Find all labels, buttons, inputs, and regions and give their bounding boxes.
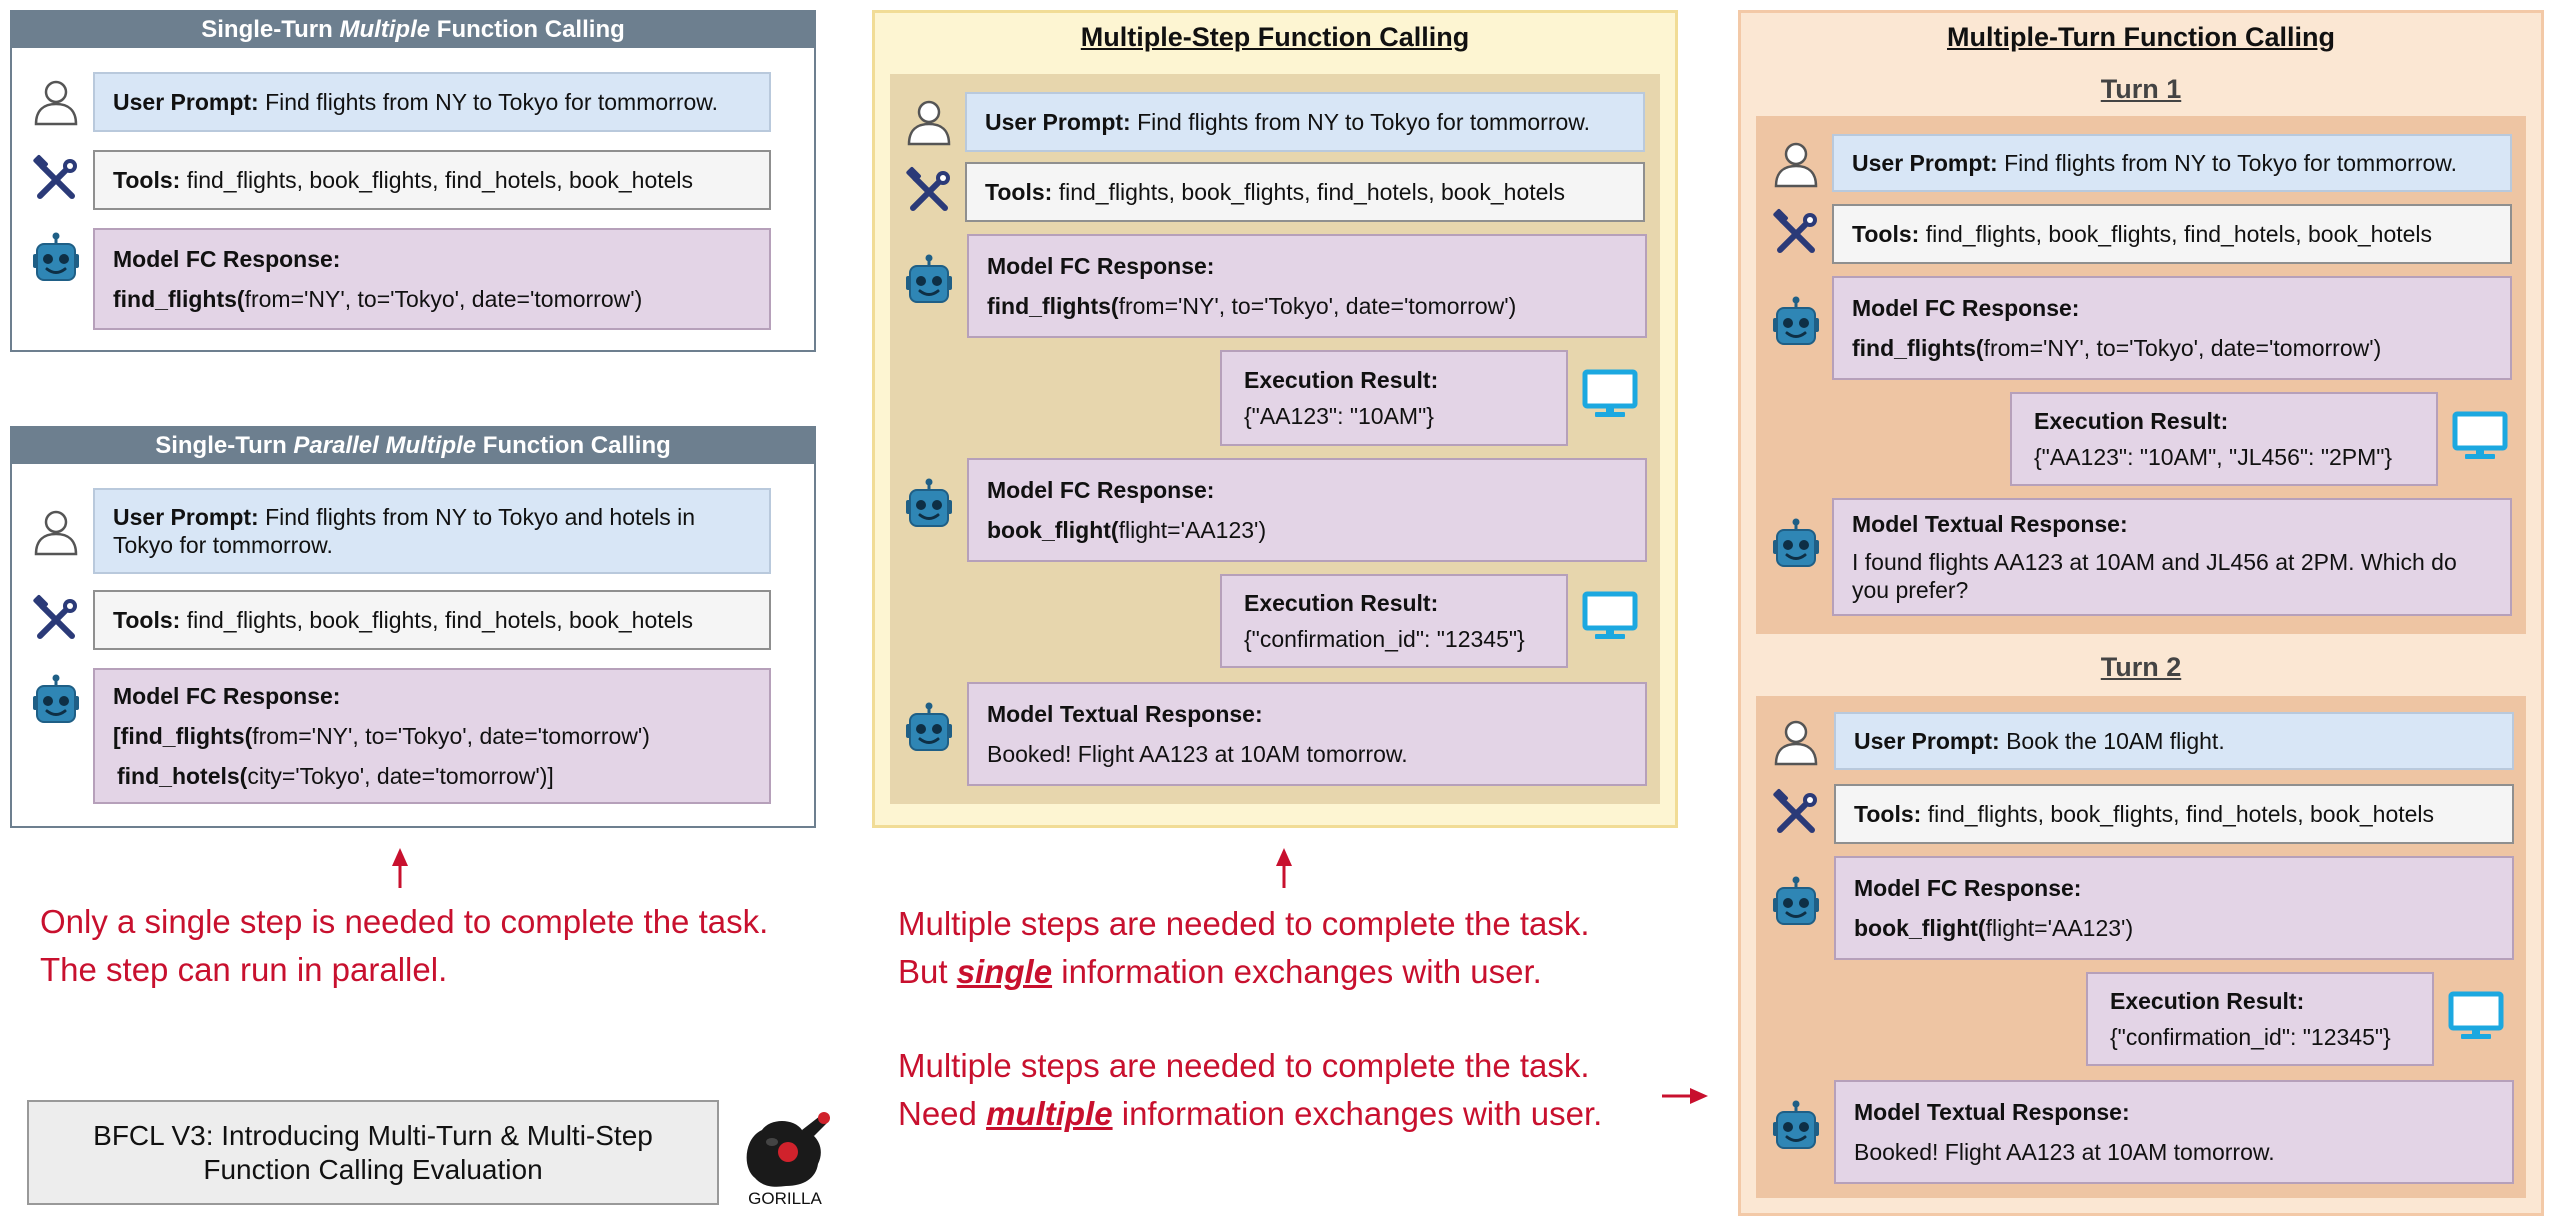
tools-box: Tools: find_flights, book_flights, find_… <box>1832 204 2512 264</box>
user-icon <box>1770 138 1822 190</box>
user-icon <box>1770 716 1822 768</box>
model-fc-response-box: Model FC Response: find_flights(from='NY… <box>93 228 771 330</box>
bfcl-title-box: BFCL V3: Introducing Multi-Turn & Multi-… <box>27 1100 719 1205</box>
note-multiple-steps-single-exchange: Multiple steps are needed to complete th… <box>898 905 1590 990</box>
panel-title: Multiple-Turn Function Calling <box>1947 22 2335 52</box>
robot-icon <box>903 702 955 754</box>
monitor-icon <box>1582 368 1638 420</box>
model-textual-response-box: Model Textual Response: Booked! Flight A… <box>1834 1080 2514 1184</box>
panel-title: Multiple-Step Function Calling <box>1080 22 1470 52</box>
robot-icon <box>30 674 82 726</box>
model-fc-response-box: Model FC Response: find_flights(from='NY… <box>1832 276 2512 380</box>
robot-icon <box>903 254 955 306</box>
user-prompt-box: User Prompt: Find flights from NY to Tok… <box>93 488 771 574</box>
model-fc-response-box: Model FC Response: book_flight(flight='A… <box>967 458 1647 562</box>
model-textual-response-box: Model Textual Response: I found flights … <box>1832 498 2512 616</box>
tools-icon <box>903 166 955 218</box>
tools-icon <box>1770 208 1822 260</box>
robot-icon <box>1770 296 1822 348</box>
user-prompt-box: User Prompt: Book the 10AM flight. <box>1834 712 2514 770</box>
monitor-icon <box>2448 990 2504 1042</box>
tools-box: Tools: find_flights, book_flights, find_… <box>965 162 1645 222</box>
robot-icon <box>903 478 955 530</box>
arrow-up-icon <box>1276 848 1292 888</box>
tools-box: Tools: find_flights, book_flights, find_… <box>93 150 771 210</box>
model-fc-response-box: Model FC Response: [find_flights(from='N… <box>93 668 771 804</box>
user-prompt-box: User Prompt: Find flights from NY to Tok… <box>965 92 1645 152</box>
user-prompt-box: User Prompt: Find flights from NY to Tok… <box>1832 134 2512 192</box>
execution-result-box: Execution Result: {"confirmation_id": "1… <box>1220 574 1568 668</box>
monitor-icon <box>2452 410 2508 462</box>
tools-box: Tools: find_flights, book_flights, find_… <box>1834 784 2514 844</box>
model-fc-response-box: Model FC Response: find_flights(from='NY… <box>967 234 1647 338</box>
note-single-step: Only a single step is needed to complete… <box>40 903 769 988</box>
robot-icon <box>1770 1100 1822 1152</box>
tools-icon <box>1770 788 1822 840</box>
card-header: Single-Turn Parallel Multiple Function C… <box>12 428 814 464</box>
execution-result-box: Execution Result: {"AA123": "10AM", "JL4… <box>2010 392 2438 486</box>
execution-result-box: Execution Result: {"confirmation_id": "1… <box>2086 972 2434 1066</box>
user-prompt-box: User Prompt: Find flights from NY to Tok… <box>93 72 771 132</box>
user-icon <box>30 76 82 128</box>
model-textual-response-box: Model Textual Response: Booked! Flight A… <box>967 682 1647 786</box>
user-icon <box>903 96 955 148</box>
robot-icon <box>30 232 82 284</box>
tools-icon <box>30 594 82 646</box>
user-icon <box>30 506 82 558</box>
note-multiple-steps-multiple-exchanges: Multiple steps are needed to complete th… <box>898 1047 1603 1132</box>
execution-result-box: Execution Result: {"AA123": "10AM"} <box>1220 350 1568 446</box>
gorilla-logo: GORILLA <box>746 1112 830 1208</box>
arrow-right-icon <box>1662 1088 1708 1104</box>
tools-box: Tools: find_flights, book_flights, find_… <box>93 590 771 650</box>
monitor-icon <box>1582 590 1638 642</box>
turn-2-label: Turn 2 <box>2100 652 2182 682</box>
svg-text:GORILLA: GORILLA <box>748 1189 822 1208</box>
model-fc-response-box: Model FC Response: book_flight(flight='A… <box>1834 856 2514 960</box>
card-header: Single-Turn Multiple Function Calling <box>12 12 814 48</box>
turn-1-label: Turn 1 <box>2100 74 2182 104</box>
tools-icon <box>30 154 82 206</box>
arrow-up-icon <box>392 848 408 888</box>
robot-icon <box>1770 876 1822 928</box>
robot-icon <box>1770 518 1822 570</box>
